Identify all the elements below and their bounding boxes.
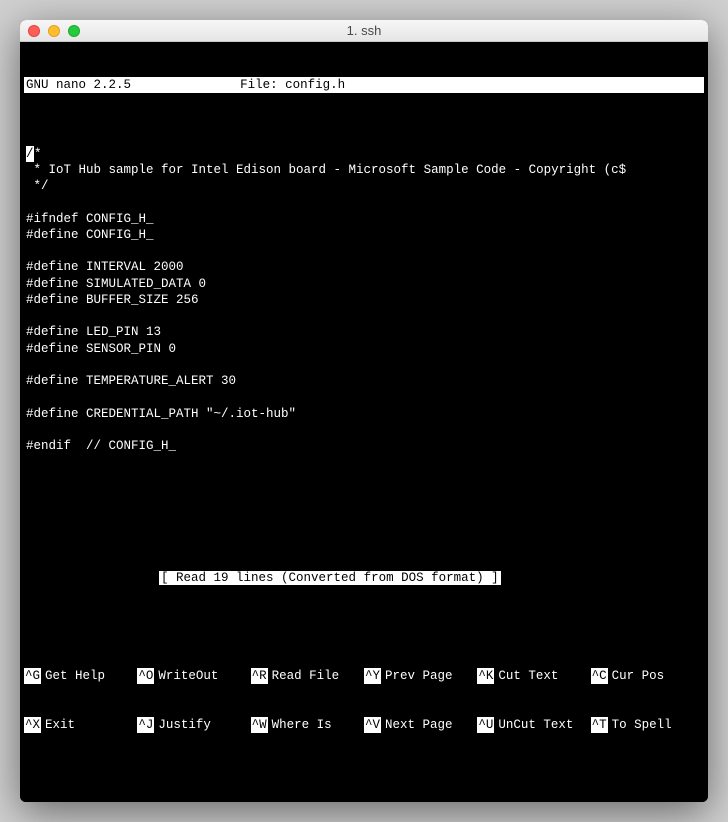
shortcut-prev-page[interactable]: ^YPrev Page (364, 668, 477, 684)
titlebar[interactable]: 1. ssh (20, 20, 708, 42)
shortcut-key: ^Y (364, 668, 381, 684)
shortcut-label: Cur Pos (612, 668, 665, 684)
minimize-icon[interactable] (48, 25, 60, 37)
header-gap-right (347, 77, 704, 93)
terminal-window: 1. ssh GNU nano 2.2.5 File: config.h /* … (20, 20, 708, 802)
nano-version: GNU nano 2.2.5 (24, 77, 133, 93)
shortcut-label: Prev Page (385, 668, 453, 684)
code-line: #define INTERVAL 2000 (26, 260, 184, 274)
nano-file: File: config.h (238, 77, 347, 93)
shortcut-where-is[interactable]: ^WWhere Is (251, 717, 364, 733)
shortcut-exit[interactable]: ^XExit (24, 717, 137, 733)
shortcut-justify[interactable]: ^JJustify (137, 717, 250, 733)
shortcut-key: ^U (477, 717, 494, 733)
traffic-lights (28, 25, 80, 37)
shortcut-key: ^T (591, 717, 608, 733)
shortcut-key: ^C (591, 668, 608, 684)
shortcut-label: Read File (272, 668, 340, 684)
cursor: / (26, 146, 34, 162)
shortcut-next-page[interactable]: ^VNext Page (364, 717, 477, 733)
shortcut-label: Exit (45, 717, 75, 733)
header-gap (133, 77, 238, 93)
shortcut-key: ^O (137, 668, 154, 684)
shortcut-read-file[interactable]: ^RRead File (251, 668, 364, 684)
code-line: #define SENSOR_PIN 0 (26, 342, 176, 356)
code-line: #define BUFFER_SIZE 256 (26, 293, 199, 307)
code-line: #define SIMULATED_DATA 0 (26, 277, 206, 291)
shortcut-label: UnCut Text (498, 717, 573, 733)
shortcut-to-spell[interactable]: ^TTo Spell (591, 717, 704, 733)
shortcut-get-help[interactable]: ^GGet Help (24, 668, 137, 684)
nano-header: GNU nano 2.2.5 File: config.h (24, 77, 704, 93)
shortcut-label: Get Help (45, 668, 105, 684)
shortcut-cur-pos[interactable]: ^CCur Pos (591, 668, 704, 684)
editor-content[interactable]: /* * IoT Hub sample for Intel Edison boa… (24, 142, 704, 522)
code-line: */ (26, 179, 49, 193)
code-line: #define TEMPERATURE_ALERT 30 (26, 374, 236, 388)
close-icon[interactable] (28, 25, 40, 37)
shortcut-label: Cut Text (498, 668, 558, 684)
shortcut-key: ^W (251, 717, 268, 733)
window-title: 1. ssh (20, 23, 708, 38)
shortcut-label: Next Page (385, 717, 453, 733)
terminal-body[interactable]: GNU nano 2.2.5 File: config.h /* * IoT H… (20, 42, 708, 802)
status-text: [ Read 19 lines (Converted from DOS form… (159, 571, 501, 585)
code-line: * IoT Hub sample for Intel Edison board … (26, 163, 626, 177)
shortcut-key: ^K (477, 668, 494, 684)
maximize-icon[interactable] (68, 25, 80, 37)
shortcut-key: ^R (251, 668, 268, 684)
shortcut-uncut-text[interactable]: ^UUnCut Text (477, 717, 590, 733)
code-line: /* (26, 147, 42, 161)
shortcut-writeout[interactable]: ^OWriteOut (137, 668, 250, 684)
shortcut-key: ^V (364, 717, 381, 733)
shortcut-key: ^J (137, 717, 154, 733)
code-line: #endif // CONFIG_H_ (26, 439, 176, 453)
code-line: #define CREDENTIAL_PATH "~/.iot-hub" (26, 407, 296, 421)
shortcut-row: ^XExit ^JJustify ^WWhere Is ^VNext Page … (24, 717, 704, 733)
shortcut-label: To Spell (612, 717, 672, 733)
status-line: [ Read 19 lines (Converted from DOS form… (24, 570, 704, 586)
code-line: #ifndef CONFIG_H_ (26, 212, 154, 226)
shortcut-label: WriteOut (158, 668, 218, 684)
code-line: #define CONFIG_H_ (26, 228, 154, 242)
shortcut-row: ^GGet Help ^OWriteOut ^RRead File ^YPrev… (24, 668, 704, 684)
shortcuts: ^GGet Help ^OWriteOut ^RRead File ^YPrev… (24, 635, 704, 765)
shortcut-label: Justify (158, 717, 211, 733)
shortcut-key: ^G (24, 668, 41, 684)
shortcut-key: ^X (24, 717, 41, 733)
shortcut-cut-text[interactable]: ^KCut Text (477, 668, 590, 684)
code-line: #define LED_PIN 13 (26, 325, 161, 339)
shortcut-label: Where Is (272, 717, 332, 733)
